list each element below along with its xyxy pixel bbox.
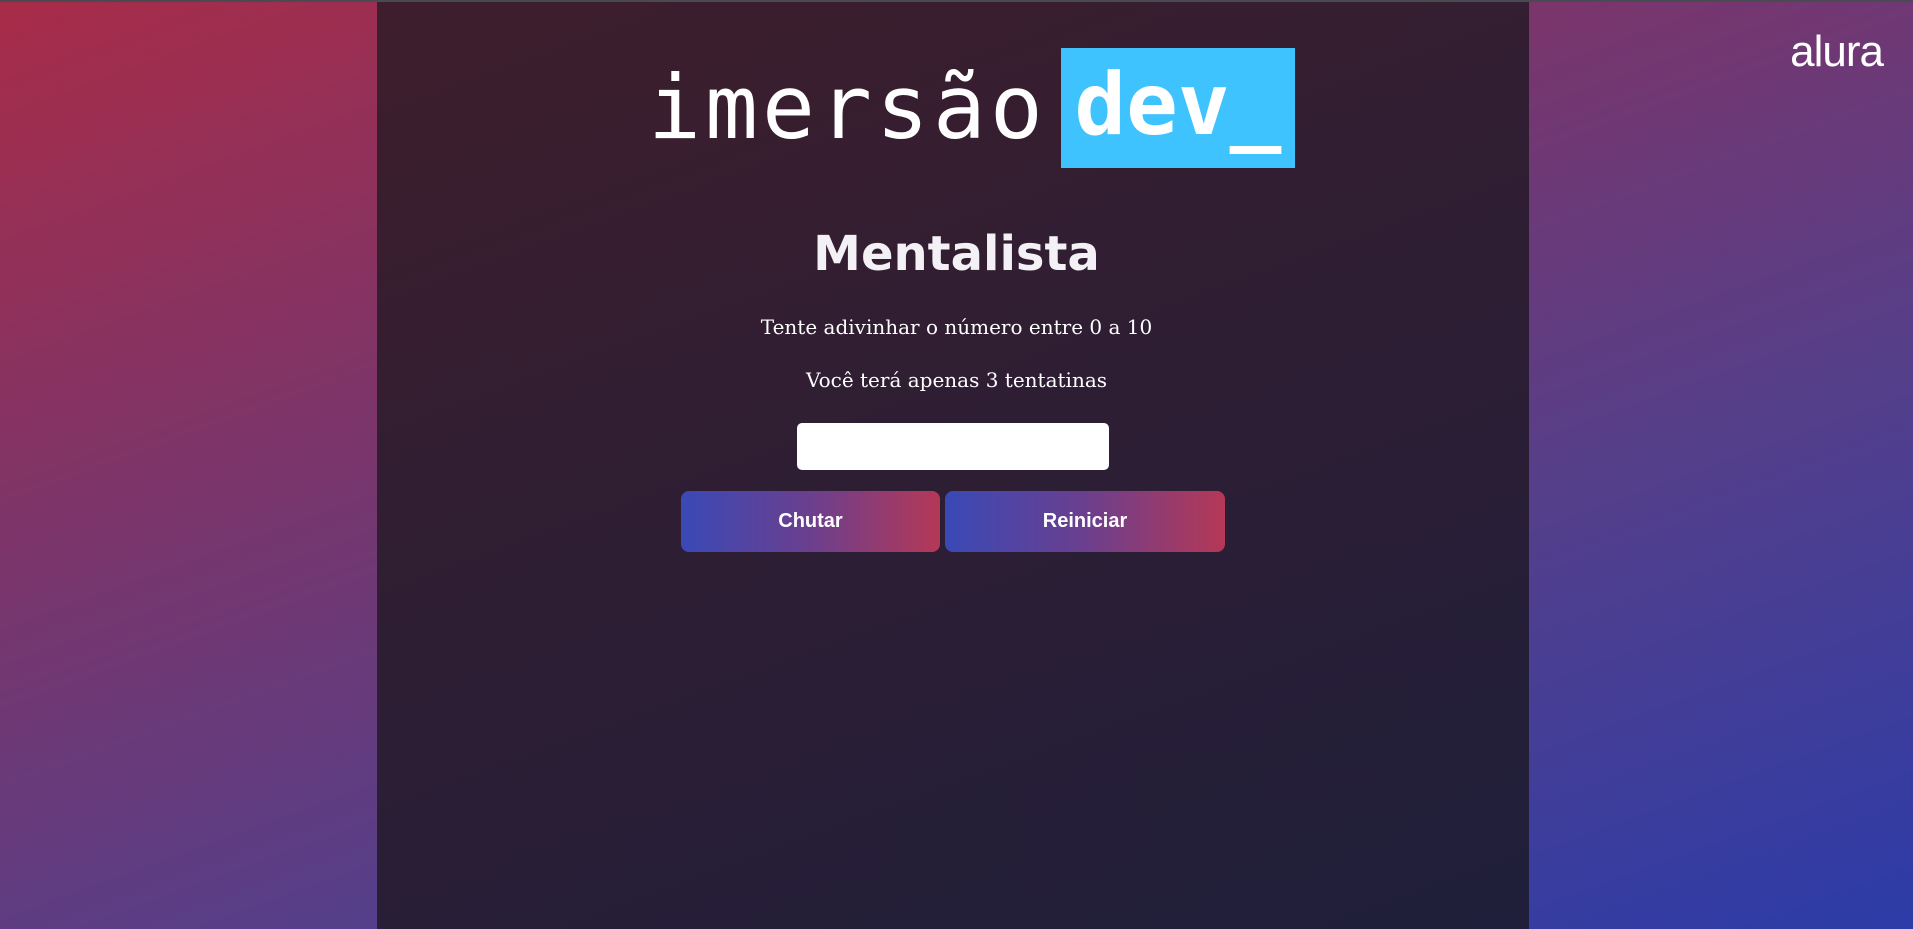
attempts-text: Você terá apenas 3 tentatinas [805, 368, 1108, 392]
alura-logo[interactable]: alura [1790, 30, 1884, 74]
instruction-text: Tente adivinhar o número entre 0 a 10 [760, 315, 1153, 339]
logo-dev-badge: dev_ [1060, 48, 1295, 168]
logo-word: imersão [648, 56, 1047, 159]
guess-input[interactable] [797, 423, 1109, 470]
guess-button[interactable]: Chutar [681, 491, 940, 552]
page-title: Mentalista [813, 226, 1100, 282]
imersao-dev-logo: imersão dev_ [648, 48, 1295, 168]
restart-button[interactable]: Reiniciar [945, 491, 1225, 552]
